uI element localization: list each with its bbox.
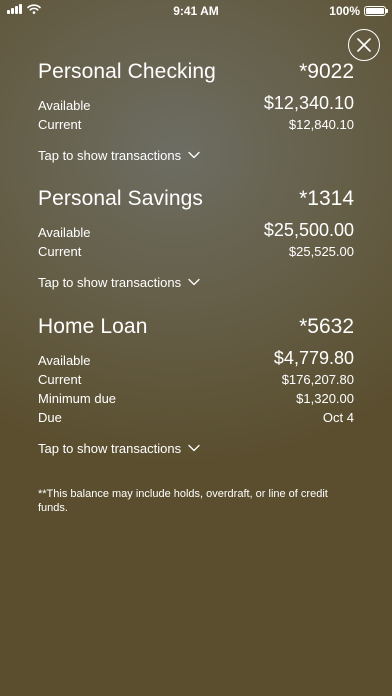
current-value: $176,207.80	[281, 372, 354, 387]
minimum-due-value: $1,320.00	[296, 391, 354, 406]
minimum-due-row: Minimum due $1,320.00	[38, 389, 354, 408]
status-bar: 9:41 AM 100%	[0, 0, 392, 22]
due-value: Oct 4	[322, 410, 354, 425]
current-value: $12,840.10	[288, 117, 354, 132]
close-icon	[357, 38, 371, 52]
show-transactions-label: Tap to show transactions	[38, 147, 182, 163]
account-card-home-loan: Home Loan *5632 Available $4,779.80 Curr…	[38, 315, 354, 457]
current-label: Current	[38, 117, 82, 132]
close-button[interactable]	[348, 29, 380, 61]
available-row: Available $25,500.00	[38, 220, 354, 242]
available-label: Available	[38, 353, 91, 368]
account-name: Home Loan	[38, 315, 148, 338]
available-value: $4,779.80	[273, 348, 354, 368]
account-number: *9022	[299, 60, 354, 83]
available-value: $12,340.10	[263, 93, 354, 113]
current-label: Current	[38, 372, 82, 387]
account-card-checking: Personal Checking *9022 Available $12,34…	[38, 60, 354, 164]
current-row: Current $12,840.10	[38, 115, 354, 134]
current-label: Current	[38, 244, 82, 259]
account-number: *1314	[299, 187, 354, 210]
account-name: Personal Savings	[38, 187, 204, 210]
battery-icon	[364, 6, 388, 16]
balance-footnote: **This balance may include holds, overdr…	[38, 488, 328, 514]
account-name: Personal Checking	[38, 60, 216, 83]
chevron-down-icon	[188, 151, 200, 159]
show-transactions-toggle[interactable]: Tap to show transactions	[38, 146, 354, 164]
minimum-due-label: Minimum due	[38, 391, 117, 406]
due-row: Due Oct 4	[38, 408, 354, 427]
available-value: $25,500.00	[263, 220, 354, 240]
show-transactions-toggle[interactable]: Tap to show transactions	[38, 439, 354, 457]
current-row: Current $25,525.00	[38, 242, 354, 261]
chevron-down-icon	[188, 278, 200, 286]
available-label: Available	[38, 98, 91, 113]
available-row: Available $12,340.10	[38, 93, 354, 115]
current-value: $25,525.00	[288, 244, 354, 259]
due-label: Due	[38, 410, 62, 425]
available-row: Available $4,779.80	[38, 348, 354, 370]
status-right: 100%	[329, 4, 388, 18]
available-label: Available	[38, 225, 91, 240]
chevron-down-icon	[188, 444, 200, 452]
battery-percent: 100%	[329, 4, 360, 18]
account-number: *5632	[299, 315, 354, 338]
show-transactions-label: Tap to show transactions	[38, 440, 182, 456]
show-transactions-label: Tap to show transactions	[38, 274, 182, 290]
account-card-savings: Personal Savings *1314 Available $25,500…	[38, 187, 354, 291]
show-transactions-toggle[interactable]: Tap to show transactions	[38, 273, 354, 291]
current-row: Current $176,207.80	[38, 370, 354, 389]
